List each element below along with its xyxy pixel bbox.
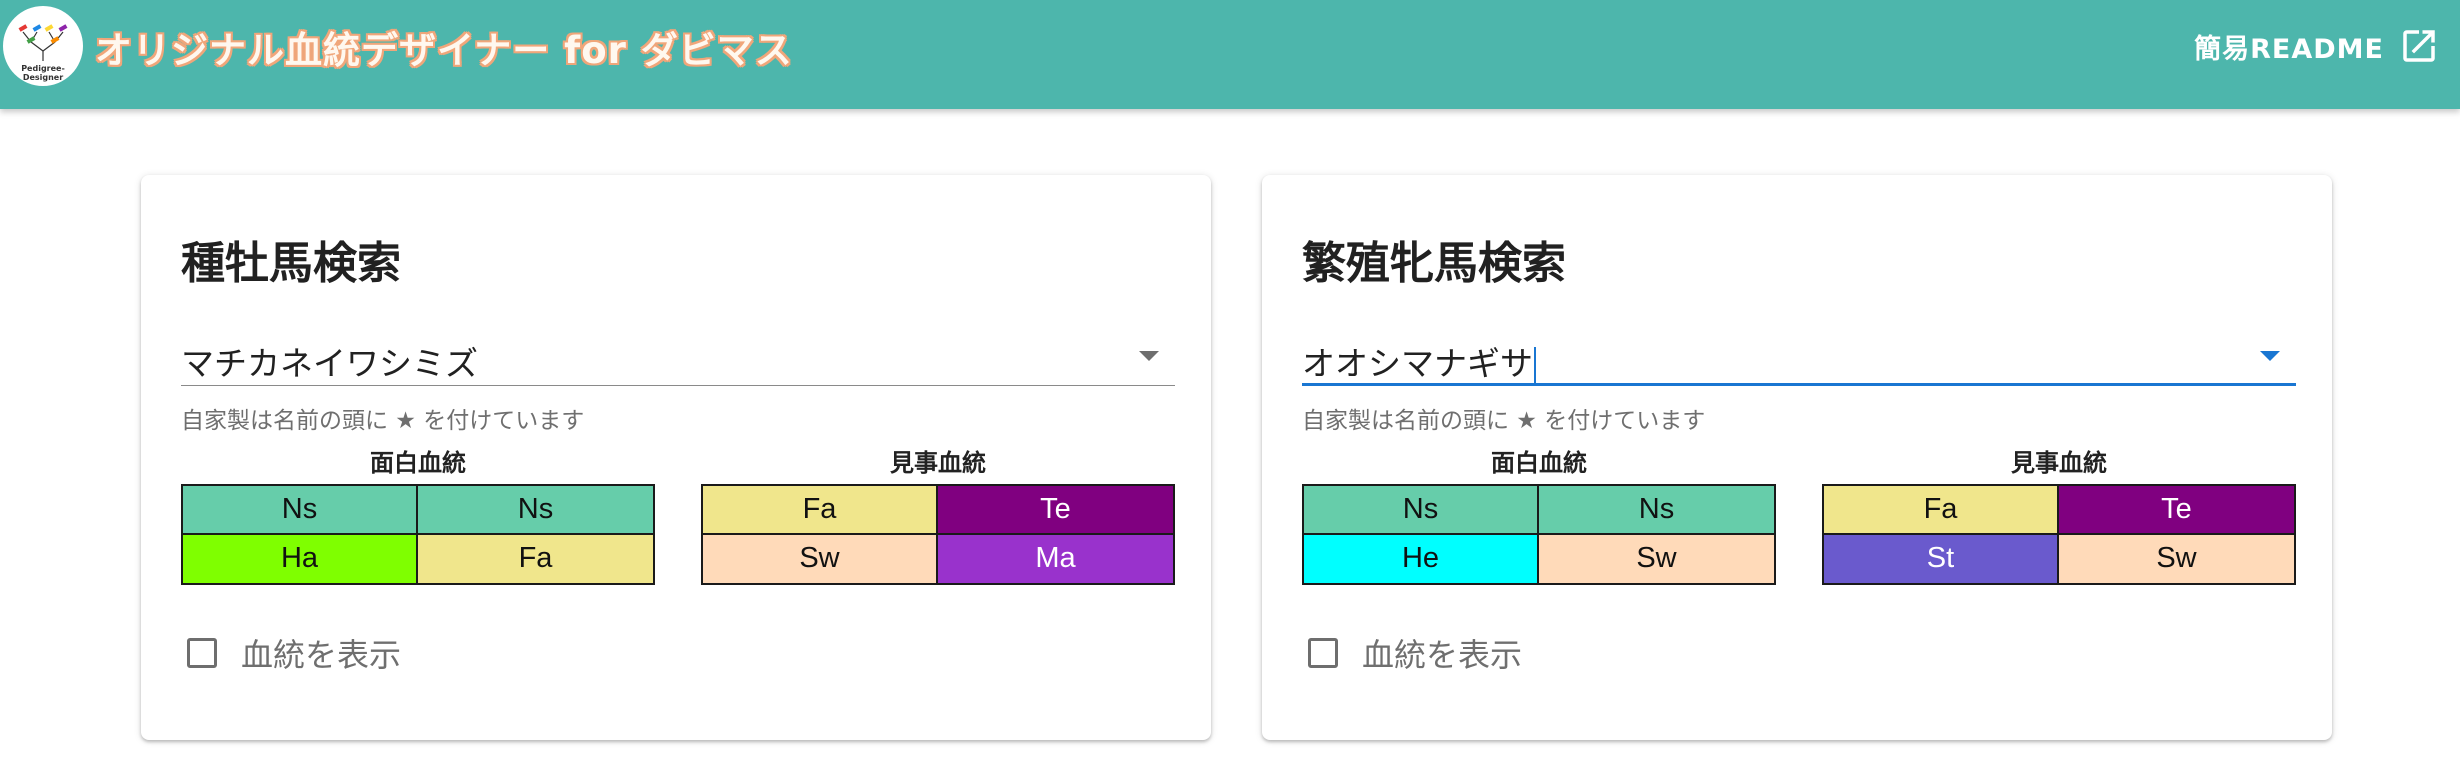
pedigree-cell: Te: [938, 486, 1173, 535]
pedigree-cell: St: [1824, 534, 2059, 583]
pedigree-cell: He: [1304, 534, 1539, 583]
checkbox-icon[interactable]: [1308, 638, 1338, 668]
mare-search-title: 繁殖牝馬検索: [1302, 238, 1566, 289]
app-logo[interactable]: Pedigree- Designer: [3, 6, 83, 86]
stallion-hint: 自家製は名前の頭に ★ を付けています: [181, 408, 585, 434]
dropdown-arrow-icon[interactable]: [1139, 351, 1159, 361]
open-in-new-icon: [2403, 30, 2435, 62]
stallion-interesting-label: 面白血統: [370, 449, 466, 477]
pedigree-cell: Fa: [703, 486, 938, 535]
show-pedigree-label: 血統を表示: [241, 636, 402, 674]
checkbox-icon[interactable]: [187, 638, 217, 668]
mare-select-input[interactable]: オオシマナギサ: [1302, 337, 1536, 385]
readme-link[interactable]: 簡易README: [2194, 22, 2440, 70]
logo-text-line2: Designer: [22, 73, 64, 82]
pedigree-cell: Ns: [418, 486, 653, 535]
mare-select[interactable]: オオシマナギサ: [1302, 325, 2296, 386]
logo-text-line1: Pedigree-: [21, 64, 65, 73]
dropdown-arrow-icon[interactable]: [2260, 351, 2280, 361]
mare-interesting-grid: Ns Ns He Sw: [1302, 484, 1776, 585]
app-bar: Pedigree- Designer オリジナル血統デザイナー for ダビマス…: [0, 0, 2460, 109]
stallion-search-title: 種牡馬検索: [181, 238, 401, 289]
pedigree-cell: Fa: [1824, 486, 2059, 535]
mare-show-pedigree-toggle[interactable]: 血統を表示: [1308, 630, 1522, 676]
mare-splendid-label: 見事血統: [2011, 449, 2107, 477]
mare-hint: 自家製は名前の頭に ★ を付けています: [1302, 408, 1706, 434]
pedigree-cell: Ns: [183, 486, 418, 535]
pedigree-cell: Ha: [183, 534, 418, 583]
pedigree-cell: Ma: [938, 534, 1173, 583]
pedigree-cell: Ns: [1304, 486, 1539, 535]
pedigree-cell: Ns: [1539, 486, 1774, 535]
pedigree-cell: Sw: [2059, 534, 2294, 583]
mare-splendid-grid: Fa Te St Sw: [1822, 484, 2296, 585]
pedigree-cell: Te: [2059, 486, 2294, 535]
pedigree-cell: Fa: [418, 534, 653, 583]
pedigree-cell: Sw: [703, 534, 938, 583]
stallion-search-card: 種牡馬検索 マチカネイワシミズ 自家製は名前の頭に ★ を付けています 面白血統…: [141, 175, 1211, 740]
stallion-show-pedigree-toggle[interactable]: 血統を表示: [187, 630, 401, 676]
readme-label: 簡易README: [2194, 33, 2384, 65]
text-cursor: [1534, 346, 1536, 385]
mare-select-value: オオシマナギサ: [1302, 344, 1533, 383]
stallion-interesting-grid: Ns Ns Ha Fa: [181, 484, 655, 585]
mare-search-card: 繁殖牝馬検索 オオシマナギサ 自家製は名前の頭に ★ を付けています 面白血統 …: [1262, 175, 2332, 740]
stallion-splendid-grid: Fa Te Sw Ma: [701, 484, 1175, 585]
app-title: オリジナル血統デザイナー for ダビマス: [95, 29, 793, 72]
mare-interesting-label: 面白血統: [1491, 449, 1587, 477]
show-pedigree-label: 血統を表示: [1362, 636, 1523, 674]
stallion-select-value: マチカネイワシミズ: [181, 344, 478, 383]
stallion-splendid-label: 見事血統: [890, 449, 986, 477]
stallion-select[interactable]: マチカネイワシミズ: [181, 325, 1175, 386]
pedigree-cell: Sw: [1539, 534, 1774, 583]
